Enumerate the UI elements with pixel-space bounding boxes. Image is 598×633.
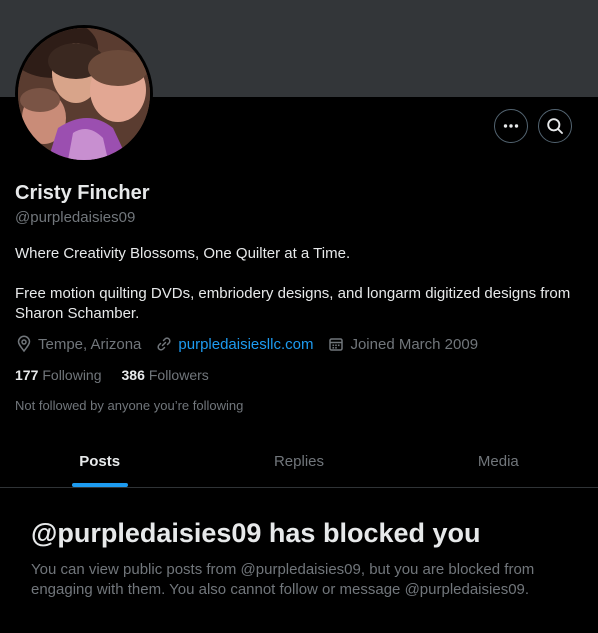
profile-handle: @purpledaisies09	[15, 209, 136, 226]
tab-label: Posts	[79, 452, 121, 470]
bio-line: Free motion quilting DVDs, embriodery de…	[15, 285, 571, 322]
link-icon	[157, 337, 171, 351]
more-button[interactable]	[494, 109, 528, 143]
location-text: Tempe, Arizona	[38, 335, 142, 353]
joined-item: Joined March 2009	[327, 335, 478, 353]
avatar[interactable]	[15, 25, 153, 163]
search-icon	[547, 118, 563, 134]
location-pin-icon	[17, 335, 31, 353]
followers-count: 386	[121, 367, 145, 383]
followers-link[interactable]: 386 Followers	[122, 367, 209, 383]
profile-name: Cristy Fincher	[15, 182, 150, 204]
joined-text: Joined March 2009	[350, 335, 479, 353]
more-horizontal-icon	[503, 124, 519, 128]
tab-label: Media	[477, 452, 519, 470]
profile-tabs: Posts Replies Media	[0, 435, 598, 488]
blocked-title: @purpledaisies09 has blocked you	[31, 518, 481, 548]
profile-meta: Tempe, Arizona purpledaisiesllc.com Join…	[15, 335, 492, 353]
followers-label: Followers	[148, 367, 209, 383]
not-followed-note: Not followed by anyone you’re following	[15, 398, 244, 413]
bio-line: Where Creativity Blossoms, One Quilter a…	[15, 245, 351, 262]
active-tab-indicator	[71, 483, 128, 487]
tab-media[interactable]: Media	[399, 435, 598, 487]
tab-posts[interactable]: Posts	[0, 435, 199, 487]
website-link[interactable]: purpledaisiesllc.com	[178, 336, 313, 353]
website-item[interactable]: purpledaisiesllc.com	[155, 335, 313, 353]
following-link[interactable]: 177 Following	[15, 367, 102, 383]
following-count: 177	[15, 367, 39, 383]
follow-stats: 177 Following 386 Followers	[15, 367, 229, 383]
blocked-message: You can view public posts from @purpleda…	[31, 561, 535, 598]
calendar-icon	[329, 338, 344, 351]
location-item: Tempe, Arizona	[15, 335, 141, 353]
search-button[interactable]	[538, 109, 572, 143]
tab-replies[interactable]: Replies	[199, 435, 398, 487]
following-label: Following	[42, 367, 102, 383]
tab-label: Replies	[273, 452, 324, 470]
profile-bio: Where Creativity Blossoms, One Quilter a…	[15, 244, 575, 324]
avatar-photo	[18, 28, 150, 160]
